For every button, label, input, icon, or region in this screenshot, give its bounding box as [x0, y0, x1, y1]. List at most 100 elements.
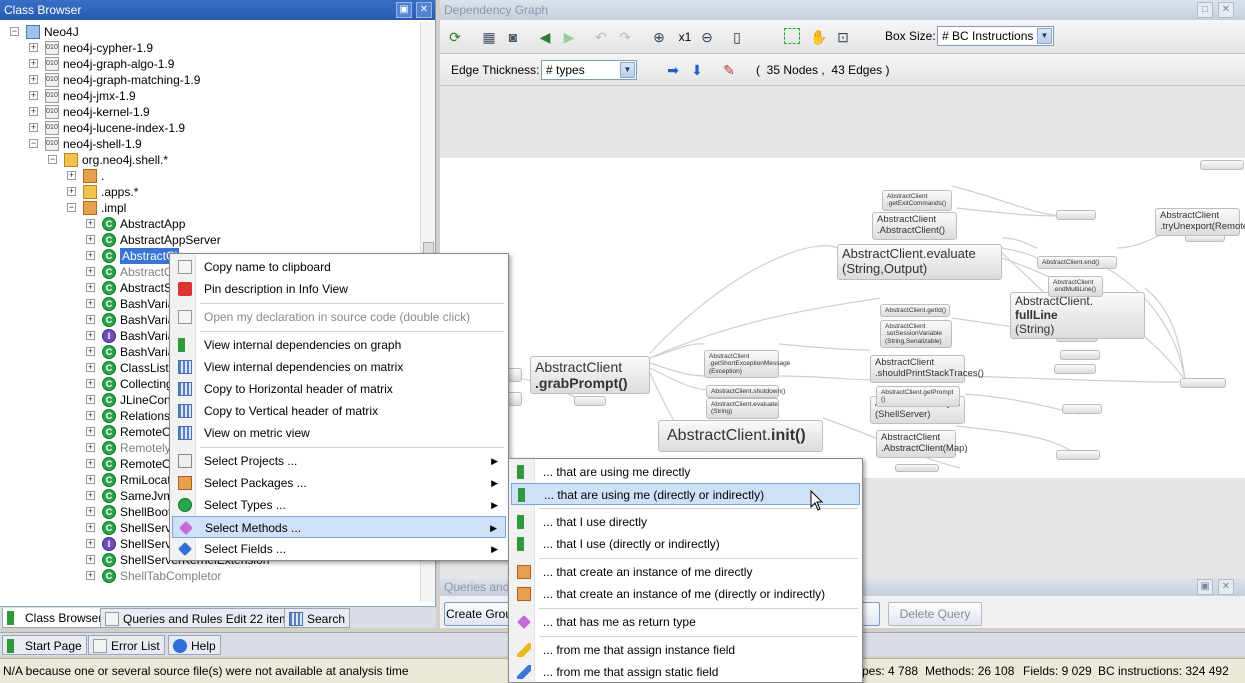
- graph-node[interactable]: AbstractClient .AbstractClient(Map): [876, 430, 968, 458]
- expand-icon[interactable]: +: [29, 107, 38, 116]
- collapse-icon[interactable]: −: [48, 155, 57, 164]
- collapse-icon[interactable]: −: [10, 27, 19, 36]
- expand-icon[interactable]: +: [67, 171, 76, 180]
- expand-icon[interactable]: +: [86, 571, 95, 580]
- graph-node[interactable]: AbstractClient .setSessionVariable (String…: [880, 320, 952, 349]
- tab-class-browser[interactable]: Class Browser: [2, 608, 108, 628]
- tree-node[interactable]: − .impl: [0, 200, 420, 216]
- graph-node-empty[interactable]: [1200, 160, 1244, 170]
- graph-node[interactable]: AbstractClient .shouldPrintStackTraces(): [870, 355, 984, 383]
- graph-node-empty[interactable]: [1056, 450, 1100, 460]
- tree-node[interactable]: +010 neo4j-cypher-1.9: [0, 40, 420, 56]
- menu-item[interactable]: View internal dependencies on matrix: [172, 356, 506, 378]
- pin-panel-icon[interactable]: ▣: [396, 2, 412, 18]
- expand-icon[interactable]: +: [86, 267, 95, 276]
- menu-item[interactable]: ... that I use directly: [511, 511, 860, 533]
- graph-node-empty[interactable]: [1180, 378, 1226, 388]
- menu-item[interactable]: Select Projects ... ▶: [172, 450, 506, 472]
- expand-icon[interactable]: +: [86, 507, 95, 516]
- expand-icon[interactable]: +: [86, 251, 95, 260]
- tree-node[interactable]: +010 neo4j-kernel-1.9: [0, 104, 420, 120]
- menu-item[interactable]: Copy to Vertical header of matrix: [172, 400, 506, 422]
- expand-icon[interactable]: +: [86, 539, 95, 548]
- tree-node[interactable]: − org.neo4j.shell.*: [0, 152, 420, 168]
- menu-item[interactable]: View on metric view: [172, 422, 506, 444]
- close-queries-icon[interactable]: ✕: [1218, 579, 1234, 595]
- tab-queries-rules[interactable]: Queries and Rules Edit 22 items: [100, 608, 301, 628]
- graph-node[interactable]: AbstractClient .endMultiLine(): [1048, 276, 1103, 297]
- graph-node-empty[interactable]: [1054, 364, 1096, 374]
- menu-item[interactable]: ... that create an instance of me direct…: [511, 561, 860, 583]
- expand-icon[interactable]: +: [86, 235, 95, 244]
- menu-item[interactable]: ... that are using me (directly or indir…: [511, 483, 860, 505]
- expand-icon[interactable]: +: [86, 283, 95, 292]
- graph-node[interactable]: AbstractClient.getId(): [880, 304, 950, 318]
- graph-node[interactable]: AbstractClient.evaluate (String): [706, 398, 779, 419]
- zoom-select-icon[interactable]: ⊡: [834, 28, 852, 46]
- menu-item[interactable]: Select Types ... ▶: [172, 494, 506, 516]
- expand-icon[interactable]: +: [86, 491, 95, 500]
- graph-node-empty[interactable]: [1056, 210, 1096, 220]
- undo-icon[interactable]: ↶: [592, 28, 610, 46]
- menu-item[interactable]: ... that create an instance of me (direc…: [511, 583, 860, 605]
- export-icon[interactable]: ✎: [720, 61, 738, 79]
- expand-icon[interactable]: +: [86, 347, 95, 356]
- graph-node[interactable]: AbstractClient .getShortExceptionMessage(…: [704, 350, 790, 379]
- expand-icon[interactable]: +: [67, 187, 76, 196]
- arrow-right-icon[interactable]: ➡: [664, 61, 682, 79]
- zoom-in-icon[interactable]: ⊕: [650, 28, 668, 46]
- create-group-button[interactable]: Create Grou: [444, 602, 514, 626]
- tree-node[interactable]: +.: [0, 168, 420, 184]
- expand-icon[interactable]: +: [86, 379, 95, 388]
- menu-item[interactable]: Open my declaration in source code (doub…: [172, 306, 506, 328]
- expand-icon[interactable]: +: [29, 75, 38, 84]
- query-action-button[interactable]: [860, 602, 880, 626]
- menu-item[interactable]: Pin description in Info View: [172, 278, 506, 300]
- graph-node[interactable]: AbstractClient .tryUnexport(Remote): [1155, 208, 1245, 236]
- tab-error-list[interactable]: Error List: [88, 635, 165, 655]
- back-icon[interactable]: ◀: [536, 28, 554, 46]
- graph-node[interactable]: AbstractClient .getExitCommands(): [882, 190, 952, 211]
- tree-node[interactable]: + C ShellTabCompletor: [0, 568, 420, 584]
- graph-node[interactable]: AbstractClient.shutdown(): [706, 385, 785, 399]
- menu-item[interactable]: Select Fields ... ▶: [172, 538, 506, 560]
- delete-query-button[interactable]: Delete Query: [888, 602, 982, 626]
- menu-item[interactable]: Copy name to clipboard: [172, 256, 506, 278]
- tree-node[interactable]: +010 neo4j-graph-matching-1.9: [0, 72, 420, 88]
- tab-search[interactable]: Search: [284, 608, 351, 628]
- menu-item[interactable]: ... from me that assign instance field: [511, 639, 860, 661]
- fit-page-icon[interactable]: ▯: [728, 28, 746, 46]
- expand-icon[interactable]: +: [86, 411, 95, 420]
- tree-node[interactable]: +010 neo4j-graph-algo-1.9: [0, 56, 420, 72]
- expand-icon[interactable]: +: [86, 219, 95, 228]
- graph-node[interactable]: AbstractClient .grabPrompt(): [530, 356, 650, 395]
- expand-icon[interactable]: +: [29, 123, 38, 132]
- zoom-out-icon[interactable]: ⊖: [698, 28, 716, 46]
- maximize-panel-icon[interactable]: □: [1197, 2, 1213, 18]
- box-size-select[interactable]: # BC Instructions ▼: [937, 26, 1054, 46]
- graph-node[interactable]: AbstractClient .AbstractClient(): [872, 212, 957, 240]
- expand-icon[interactable]: +: [86, 299, 95, 308]
- graph-node[interactable]: AbstractClient.getPrompt(): [876, 386, 960, 407]
- expand-icon[interactable]: +: [86, 363, 95, 372]
- tree-node[interactable]: +010 neo4j-lucene-index-1.9: [0, 120, 420, 136]
- graph-node-empty[interactable]: [1062, 404, 1102, 414]
- menu-item[interactable]: Select Methods ... ▶: [172, 516, 506, 538]
- tree-node[interactable]: + C AbstractAppServer: [0, 232, 420, 248]
- menu-item[interactable]: ... that I use (directly or indirectly): [511, 533, 860, 555]
- expand-icon[interactable]: +: [86, 555, 95, 564]
- collapse-icon[interactable]: −: [29, 139, 38, 148]
- tree-node[interactable]: + C AbstractApp: [0, 216, 420, 232]
- graph-node[interactable]: AbstractClient. fullLine (String): [1010, 292, 1145, 340]
- graph-node[interactable]: AbstractClient.init(): [658, 420, 823, 453]
- tree-node[interactable]: + .apps.*: [0, 184, 420, 200]
- selection-tool-icon[interactable]: [784, 28, 800, 44]
- graph-node-empty[interactable]: [1060, 350, 1100, 360]
- expand-icon[interactable]: +: [86, 443, 95, 452]
- collapse-icon[interactable]: −: [67, 203, 76, 212]
- expand-icon[interactable]: +: [86, 315, 95, 324]
- menu-item[interactable]: ... from me that assign static field: [511, 661, 860, 683]
- expand-icon[interactable]: +: [29, 91, 38, 100]
- arrow-down-icon[interactable]: ⬇: [688, 61, 706, 79]
- tab-help[interactable]: Help: [168, 635, 221, 655]
